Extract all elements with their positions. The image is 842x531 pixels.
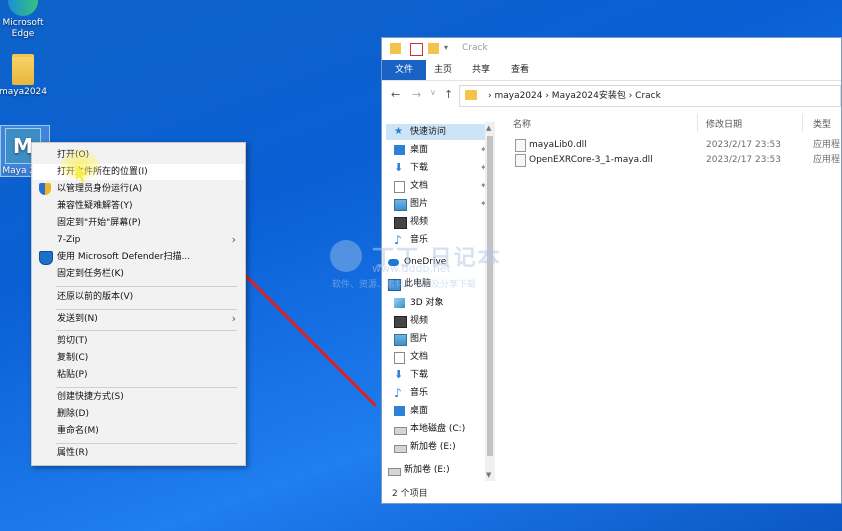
menu-item-paste[interactable]: 粘贴(P) <box>33 367 244 383</box>
chevron-right-icon: › <box>231 312 236 325</box>
menu-item-cut[interactable]: 剪切(T) <box>33 333 244 349</box>
menu-item-create-shortcut[interactable]: 创建快捷方式(S) <box>33 389 244 405</box>
chevron-right-icon: › <box>231 233 236 246</box>
menu-item-pin-to-taskbar[interactable]: 固定到任务栏(K) <box>33 266 244 282</box>
menu-separator <box>56 443 237 444</box>
menu-item-rename[interactable]: 重命名(M) <box>33 423 244 439</box>
menu-separator <box>56 387 237 388</box>
menu-item-delete[interactable]: 删除(D) <box>33 406 244 422</box>
defender-icon <box>39 251 53 265</box>
menu-item-defender-scan[interactable]: 使用 Microsoft Defender扫描... <box>33 249 244 265</box>
menu-separator <box>56 286 237 287</box>
context-menu: 打开(O) 打开文件所在的位置(I) 以管理员身份运行(A) 兼容性疑难解答(Y… <box>31 142 246 466</box>
menu-item-run-as-admin[interactable]: 以管理员身份运行(A) <box>33 181 244 197</box>
menu-item-properties[interactable]: 属性(R) <box>33 445 244 461</box>
menu-separator <box>56 330 237 331</box>
menu-separator <box>56 309 237 310</box>
menu-item-copy[interactable]: 复制(C) <box>33 350 244 366</box>
menu-item-pin-to-start[interactable]: 固定到"开始"屏幕(P) <box>33 215 244 231</box>
menu-item-restore-previous-versions[interactable]: 还原以前的版本(V) <box>33 289 244 305</box>
menu-item-send-to[interactable]: 发送到(N) › <box>33 311 244 327</box>
shield-icon <box>39 183 51 195</box>
menu-item-7zip[interactable]: 7-Zip › <box>33 232 244 248</box>
menu-item-troubleshoot-compatibility[interactable]: 兼容性疑难解答(Y) <box>33 198 244 214</box>
